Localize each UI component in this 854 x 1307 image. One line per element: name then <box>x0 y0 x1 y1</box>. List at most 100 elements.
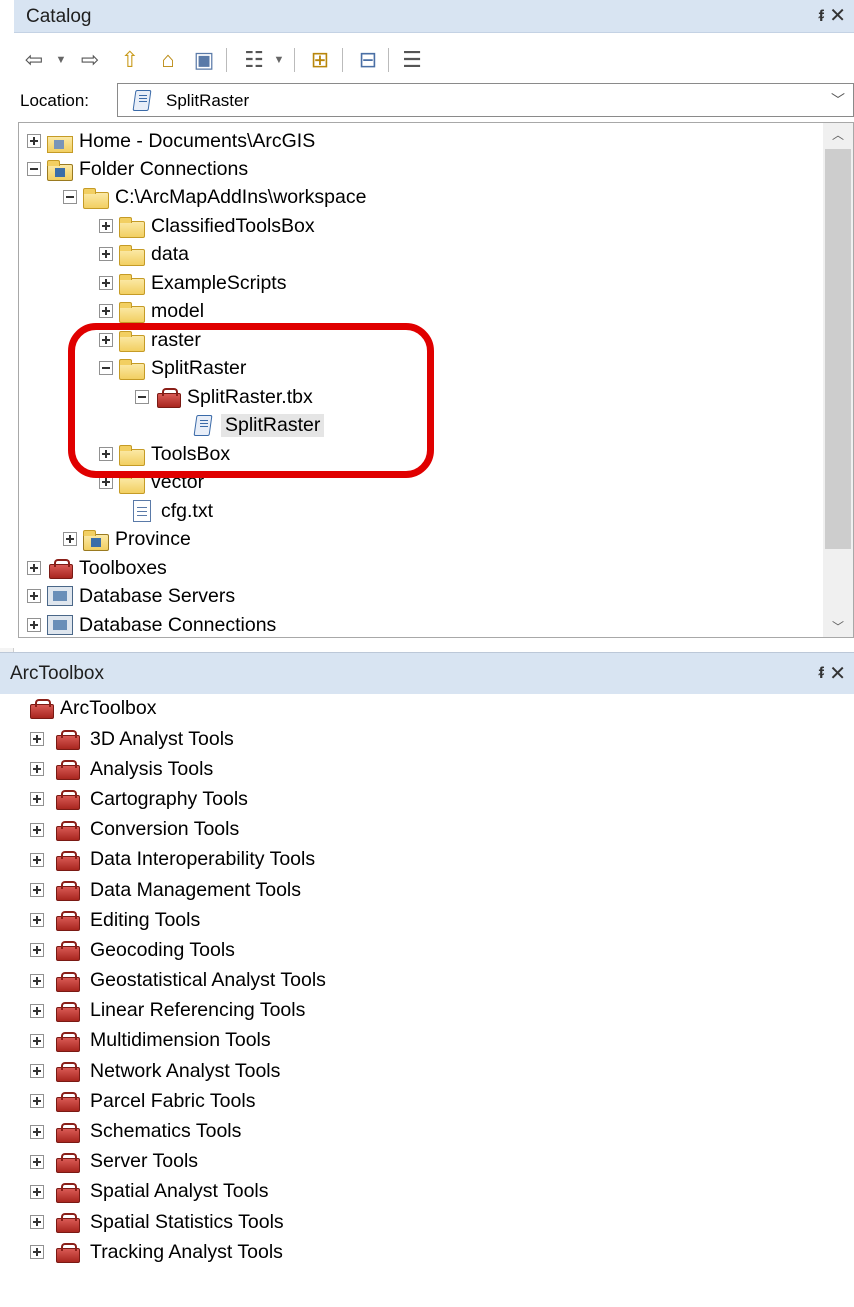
default-geodatabase-icon[interactable]: ▣ <box>190 46 218 74</box>
expand-icon[interactable] <box>99 475 113 489</box>
tree-item-label: ToolsBox <box>151 442 231 465</box>
view-dropdown-icon[interactable]: ▼ <box>272 46 286 74</box>
expand-icon[interactable] <box>30 852 44 867</box>
expand-icon[interactable] <box>30 913 44 928</box>
collapse-icon[interactable] <box>135 390 149 404</box>
tree-item-classifiedtoolsbox[interactable]: ClassifiedToolsBox <box>99 212 315 240</box>
home-icon[interactable]: ⌂ <box>154 46 182 74</box>
tree-item-province[interactable]: Province <box>63 525 191 553</box>
expand-icon[interactable] <box>30 1033 44 1048</box>
expand-icon[interactable] <box>30 1064 44 1079</box>
tree-item-database-servers[interactable]: Database Servers <box>27 582 235 610</box>
back-dropdown-icon[interactable]: ▼ <box>54 46 68 74</box>
view-options-icon[interactable]: ☷ <box>240 46 268 74</box>
toggle-contents-panel-icon[interactable]: ⊟ <box>354 46 382 74</box>
pin-icon[interactable]: ᵮ <box>819 653 824 695</box>
expand-icon[interactable] <box>99 333 113 347</box>
expand-icon[interactable] <box>27 134 41 148</box>
tree-item-raster[interactable]: raster <box>99 326 201 354</box>
tree-item-vector[interactable]: vector <box>99 468 204 496</box>
expand-icon[interactable] <box>30 1215 44 1230</box>
tree-item-splitraster-folder[interactable]: SplitRaster <box>99 354 246 382</box>
tree-item-data[interactable]: data <box>99 240 189 268</box>
expand-icon[interactable] <box>99 276 113 290</box>
expand-icon[interactable] <box>30 1094 44 1109</box>
expand-icon[interactable] <box>99 447 113 461</box>
close-icon[interactable]: ✕ <box>829 653 846 695</box>
expand-icon[interactable] <box>30 973 44 988</box>
chevron-down-icon[interactable]: ﹀ <box>831 90 845 110</box>
toolbox-item[interactable]: Multidimension Tools <box>30 1026 326 1056</box>
tree-item-cfg[interactable]: cfg.txt <box>129 497 213 525</box>
collapse-icon[interactable] <box>99 361 113 375</box>
database-connection-icon <box>47 615 73 635</box>
location-combobox[interactable]: SplitRaster ﹀ <box>117 83 854 117</box>
tree-item-toolsbox[interactable]: ToolsBox <box>99 440 230 468</box>
toolbox-icon <box>54 1152 80 1173</box>
toolbox-item[interactable]: 3D Analyst Tools <box>30 724 326 754</box>
toolbox-item[interactable]: Conversion Tools <box>30 815 326 845</box>
close-icon[interactable]: ✕ <box>829 0 846 33</box>
expand-icon[interactable] <box>30 792 44 807</box>
toolbox-item[interactable]: Geocoding Tools <box>30 935 326 965</box>
expand-icon[interactable] <box>99 247 113 261</box>
pin-icon[interactable]: ᵮ <box>819 0 824 33</box>
expand-icon[interactable] <box>99 304 113 318</box>
expand-icon[interactable] <box>63 532 77 546</box>
vertical-scrollbar[interactable]: ︿ ﹀ <box>823 123 853 637</box>
back-arrow-icon[interactable]: ⇦ <box>20 46 48 74</box>
tree-item-label: ExampleScripts <box>151 271 287 294</box>
forward-arrow-icon[interactable]: ⇨ <box>76 46 104 74</box>
tree-item-examplescripts[interactable]: ExampleScripts <box>99 269 286 297</box>
expand-icon[interactable] <box>30 1124 44 1139</box>
toolbox-item[interactable]: Network Analyst Tools <box>30 1056 326 1086</box>
toolbox-item[interactable]: Analysis Tools <box>30 754 326 784</box>
expand-icon[interactable] <box>30 1003 44 1018</box>
toolbox-item[interactable]: Parcel Fabric Tools <box>30 1086 326 1116</box>
expand-icon[interactable] <box>27 618 41 632</box>
toolbox-item[interactable]: Editing Tools <box>30 905 326 935</box>
expand-icon[interactable] <box>30 883 44 898</box>
expand-icon[interactable] <box>27 589 41 603</box>
collapse-icon[interactable] <box>63 190 77 204</box>
details-view-icon[interactable]: ☰ <box>398 46 426 74</box>
toolbox-item[interactable]: Linear Referencing Tools <box>30 996 326 1026</box>
expand-icon[interactable] <box>30 822 44 837</box>
expand-icon[interactable] <box>30 1184 44 1199</box>
expand-icon[interactable] <box>99 219 113 233</box>
tree-item-folder-connections[interactable]: Folder Connections <box>27 155 248 183</box>
up-one-level-icon[interactable]: ⇧ <box>116 46 144 74</box>
scroll-up-icon[interactable]: ︿ <box>823 123 853 145</box>
folder-icon <box>119 358 145 380</box>
expand-icon[interactable] <box>30 943 44 958</box>
expand-icon[interactable] <box>27 561 41 575</box>
expand-icon[interactable] <box>30 762 44 777</box>
collapse-icon[interactable] <box>27 162 41 176</box>
catalog-title-bar: Catalog ᵮ ✕ <box>14 0 854 33</box>
expand-icon[interactable] <box>30 732 44 747</box>
tree-item-model[interactable]: model <box>99 297 204 325</box>
toolbox-item[interactable]: Data Interoperability Tools <box>30 845 326 875</box>
connect-to-folder-icon[interactable]: ⊞ <box>306 46 334 74</box>
tree-item-toolboxes[interactable]: Toolboxes <box>27 554 167 582</box>
scrollbar-thumb[interactable] <box>825 149 851 549</box>
tree-item-home[interactable]: Home - Documents\ArcGIS <box>27 127 315 155</box>
tree-item-database-connections[interactable]: Database Connections <box>27 611 276 637</box>
toolbox-item[interactable]: Spatial Analyst Tools <box>30 1177 326 1207</box>
toolbox-item[interactable]: Geostatistical Analyst Tools <box>30 966 326 996</box>
tree-item-splitraster-tbx[interactable]: SplitRaster.tbx <box>135 383 313 411</box>
expand-icon[interactable] <box>30 1245 44 1260</box>
scroll-down-icon[interactable]: ﹀ <box>823 615 853 637</box>
toolbox-item[interactable]: Server Tools <box>30 1147 326 1177</box>
toolbox-item[interactable]: Spatial Statistics Tools <box>30 1207 326 1237</box>
toolbox-item-label: 3D Analyst Tools <box>90 727 234 750</box>
toolbox-item[interactable]: Tracking Analyst Tools <box>30 1237 326 1267</box>
arctoolbox-root[interactable]: ArcToolbox <box>28 694 156 722</box>
tree-item-splitraster-tool[interactable]: SplitRaster <box>191 411 325 439</box>
toolbox-item-label: Tracking Analyst Tools <box>90 1240 283 1263</box>
toolbox-item[interactable]: Cartography Tools <box>30 784 326 814</box>
expand-icon[interactable] <box>30 1154 44 1169</box>
toolbox-item[interactable]: Schematics Tools <box>30 1116 326 1146</box>
toolbox-item[interactable]: Data Management Tools <box>30 875 326 905</box>
tree-item-workspace[interactable]: C:\ArcMapAddIns\workspace <box>63 183 366 211</box>
